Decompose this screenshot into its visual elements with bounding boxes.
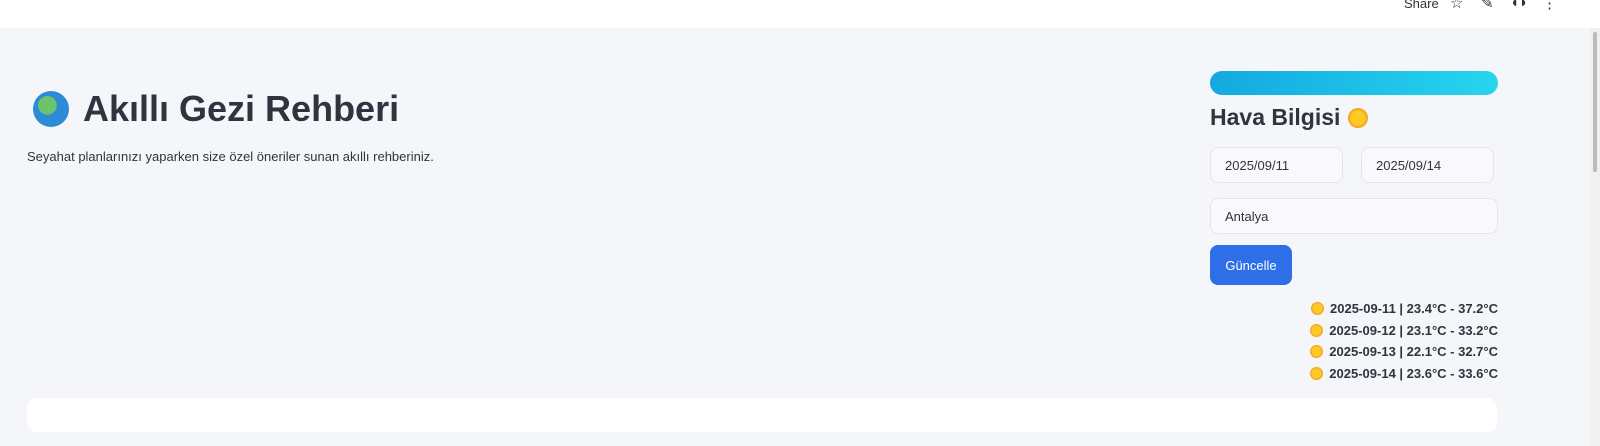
- page-subtitle: Seyahat planlarınızı yaparken size özel …: [27, 149, 434, 164]
- star-icon[interactable]: ☆: [1450, 0, 1463, 12]
- weather-day-text: 2025-09-11 | 23.4°C - 37.2°C: [1330, 301, 1498, 316]
- scrollbar[interactable]: [1590, 28, 1600, 446]
- github-icon[interactable]: ◖◗: [1510, 0, 1528, 11]
- weather-day: 2025-09-13 | 22.1°C - 32.7°C: [1310, 344, 1498, 359]
- weather-day: 2025-09-12 | 23.1°C - 33.2°C: [1310, 323, 1498, 338]
- sun-icon: [1348, 107, 1369, 128]
- sun-icon: [1310, 324, 1324, 337]
- sun-icon: [1310, 367, 1324, 380]
- sun-icon: [1311, 302, 1325, 315]
- title-text: Akıllı Gezi Rehberi: [83, 88, 400, 129]
- decorative-gradient-bar: [1210, 71, 1498, 95]
- update-button[interactable]: Güncelle: [1210, 245, 1292, 285]
- city-input[interactable]: Antalya: [1210, 198, 1498, 234]
- more-icon[interactable]: ⋮: [1542, 0, 1557, 12]
- end-date-input[interactable]: 2025/09/14: [1361, 147, 1494, 183]
- pencil-icon[interactable]: ✎: [1481, 0, 1494, 12]
- weather-title: Hava Bilgisi: [1210, 104, 1369, 131]
- weather-title-text: Hava Bilgisi: [1210, 104, 1341, 130]
- page-title: Akıllı Gezi Rehberi: [33, 88, 399, 130]
- weather-day-text: 2025-09-12 | 23.1°C - 33.2°C: [1329, 323, 1498, 338]
- globe-icon: [33, 91, 69, 127]
- start-date-input[interactable]: 2025/09/11: [1210, 147, 1343, 183]
- sun-icon: [1310, 345, 1324, 358]
- scrollbar-thumb[interactable]: [1593, 32, 1597, 172]
- weather-day-text: 2025-09-14 | 23.6°C - 33.6°C: [1329, 366, 1498, 381]
- weather-day: 2025-09-14 | 23.6°C - 33.6°C: [1310, 366, 1498, 381]
- share-button[interactable]: Share: [1404, 0, 1439, 11]
- weather-day-text: 2025-09-13 | 22.1°C - 32.7°C: [1329, 344, 1498, 359]
- content-card: [27, 398, 1497, 432]
- weather-day: 2025-09-11 | 23.4°C - 37.2°C: [1311, 301, 1498, 316]
- top-toolbar: Share ☆ ✎ ◖◗ ⋮: [0, 0, 1600, 28]
